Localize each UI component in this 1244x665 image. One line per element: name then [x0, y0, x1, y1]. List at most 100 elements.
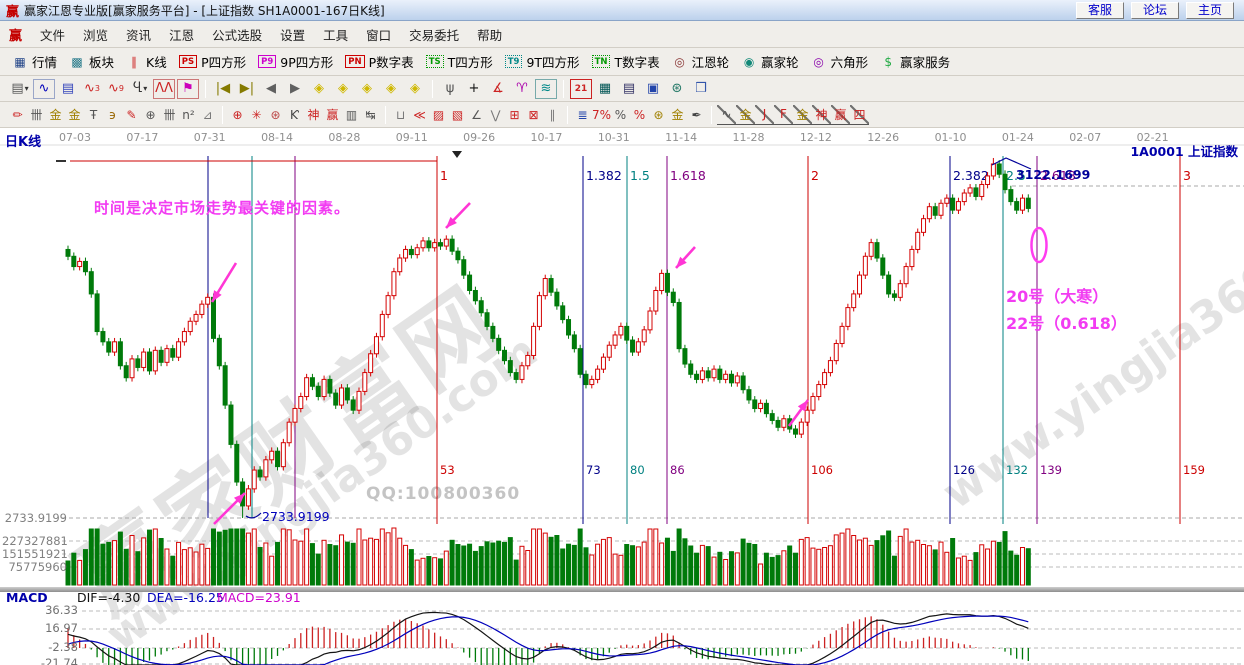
tool-wave-3[interactable]: ∿3: [81, 79, 103, 99]
tool-k-note[interactable]: Ƙ: [285, 105, 304, 125]
tool-gold-slash-2[interactable]: 金: [793, 105, 812, 125]
tool-export-web[interactable]: ⊛: [666, 79, 688, 99]
tool-fan-box-2[interactable]: ▧: [448, 105, 467, 125]
tool-compress[interactable]: ◈: [404, 79, 426, 99]
tool-step-back[interactable]: ◀: [260, 79, 282, 99]
tool-percent[interactable]: %: [611, 105, 630, 125]
tool-go-last[interactable]: ▶|: [236, 79, 258, 99]
tool-grid[interactable]: 卌: [27, 105, 46, 125]
tool-flag[interactable]: ⚑: [177, 79, 199, 99]
toolbar-item-kline[interactable]: ∥ K线: [126, 52, 167, 71]
tool-chart-type[interactable]: ▤: [9, 79, 31, 99]
tool-gold-grid-2[interactable]: 金: [65, 105, 84, 125]
tool-ying-tool[interactable]: 赢: [323, 105, 342, 125]
tool-ruler[interactable]: ▥: [342, 105, 361, 125]
tool-fan[interactable]: ≪: [410, 105, 429, 125]
tool-fan-box[interactable]: ▨: [429, 105, 448, 125]
toolbar-item-winner-service[interactable]: $ 赢家服务: [880, 52, 950, 71]
toolbar-item-blocks[interactable]: ▩ 板块: [69, 52, 114, 71]
tool-step-forward[interactable]: ▶: [284, 79, 306, 99]
tool-draw-mark[interactable]: ✎: [122, 105, 141, 125]
tool-f-grid[interactable]: Ŧ: [84, 105, 103, 125]
tool-zoom-right[interactable]: ◈: [332, 79, 354, 99]
tool-pattern[interactable]: ΛΛ: [153, 79, 175, 99]
toolbar-item-p-square[interactable]: PS P四方形: [179, 52, 246, 71]
tool-time-circle[interactable]: ⊕: [141, 105, 160, 125]
toolbar-item-quotes[interactable]: ▦ 行情: [12, 52, 57, 71]
tool-angle-set[interactable]: ∠: [467, 105, 486, 125]
tool-gold-grid[interactable]: 金: [46, 105, 65, 125]
menu-item-gann[interactable]: 江恩: [160, 25, 203, 44]
toolbar-item-9t-square[interactable]: T9 9T四方形: [505, 52, 580, 71]
tool-ray-star[interactable]: ✳: [247, 105, 266, 125]
titlebar-button-service[interactable]: 客服: [1076, 2, 1124, 19]
menu-item-browse[interactable]: 浏览: [74, 25, 117, 44]
toolbar-item-t-square[interactable]: TS T四方形: [426, 52, 493, 71]
menu-item-settings[interactable]: 设置: [271, 25, 314, 44]
tool-pencil[interactable]: ✏: [8, 105, 27, 125]
tool-gold-slash[interactable]: 金: [736, 105, 755, 125]
menu-item-help[interactable]: 帮助: [468, 25, 511, 44]
menu-item-formula-stock-pick[interactable]: 公式选股: [203, 25, 271, 44]
tool-gann-grid-2[interactable]: ⊠: [524, 105, 543, 125]
menu-item-tools[interactable]: 工具: [314, 25, 357, 44]
tool-j-slash[interactable]: J: [755, 105, 774, 125]
tool-candle-style[interactable]: Ⴁ: [129, 79, 151, 99]
tool-wave-9[interactable]: ∿9: [105, 79, 127, 99]
titlebar-button-forum[interactable]: 论坛: [1131, 2, 1179, 19]
titlebar-button-home[interactable]: 主页: [1186, 2, 1234, 19]
tool-marker-pen[interactable]: ✒: [687, 105, 706, 125]
tool-retrace-percent[interactable]: 7%: [592, 105, 611, 125]
tool-ying-slash[interactable]: 赢: [831, 105, 850, 125]
tool-crosshair[interactable]: +: [463, 79, 485, 99]
tool-trade-truck[interactable]: ❒: [690, 79, 712, 99]
tool-levels[interactable]: ≣: [573, 105, 592, 125]
tool-protractor[interactable]: ⊿: [198, 105, 217, 125]
tool-si-slash[interactable]: 四: [850, 105, 869, 125]
tool-f-slash[interactable]: F: [774, 105, 793, 125]
tool-calculator[interactable]: ▦: [594, 79, 616, 99]
tool-calendar[interactable]: 21: [570, 79, 592, 99]
tool-spider-web[interactable]: ⊛: [266, 105, 285, 125]
tool-gold-circle[interactable]: ⊛: [649, 105, 668, 125]
menu-item-window[interactable]: 窗口: [357, 25, 400, 44]
tool-notepad[interactable]: ▤: [618, 79, 640, 99]
toolbar-item-winner-wheel[interactable]: ◉ 赢家轮: [741, 52, 799, 71]
tool-target-circle[interactable]: ⊕: [228, 105, 247, 125]
tool-percent-line[interactable]: %: [630, 105, 649, 125]
tool-gann-grid[interactable]: ⊞: [505, 105, 524, 125]
tool-zoom-all[interactable]: ◈: [380, 79, 402, 99]
tool-angle-tool[interactable]: ∡: [487, 79, 509, 99]
tool-shen-tool[interactable]: 神: [304, 105, 323, 125]
tool-zigzag-chart[interactable]: ∿: [33, 79, 55, 99]
tool-zoom-left[interactable]: ◈: [308, 79, 330, 99]
tool-wave-slash[interactable]: ∿: [717, 105, 736, 125]
menu-item-trade-order[interactable]: 交易委托: [400, 25, 468, 44]
menu-item-file[interactable]: 文件: [31, 25, 74, 44]
tool-box-select[interactable]: ⊔: [391, 105, 410, 125]
toolbar-item-hexagon[interactable]: ◎ 六角形: [811, 52, 869, 71]
tool-icon: ∥: [550, 108, 556, 122]
tool-shen-slash[interactable]: 神: [812, 105, 831, 125]
tool-spiral[interactable]: ϶: [103, 105, 122, 125]
menu-item-news[interactable]: 资讯: [117, 25, 160, 44]
tool-go-first[interactable]: |◀: [212, 79, 234, 99]
tool-pan-hand[interactable]: ψ: [439, 79, 461, 99]
toolbar-item-9p-square[interactable]: P9 9P四方形: [258, 52, 333, 71]
tool-zigzag-tool[interactable]: ⋁: [486, 105, 505, 125]
tool-square-of-nine[interactable]: n²: [179, 105, 198, 125]
tool-icon: ⊛: [653, 108, 663, 122]
tool-info-panel[interactable]: ▤: [57, 79, 79, 99]
tool-save[interactable]: ▣: [642, 79, 664, 99]
toolbar-item-t-number-table[interactable]: TN T数字表: [592, 52, 660, 71]
toolbar-item-p-number-table[interactable]: PN P数字表: [345, 52, 413, 71]
toolbar-item-gann-wheel[interactable]: ◎ 江恩轮: [672, 52, 730, 71]
tool-zoom-horizontal[interactable]: ◈: [356, 79, 378, 99]
tool-parallel[interactable]: ∥: [543, 105, 562, 125]
macd-axis-2: 16.97: [2, 621, 78, 635]
tool-gold-line[interactable]: 金: [668, 105, 687, 125]
tool-fractal[interactable]: ≋: [535, 79, 557, 99]
tool-measure-span[interactable]: ↹: [361, 105, 380, 125]
tool-gann-shape[interactable]: ♈: [511, 79, 533, 99]
tool-grid-2[interactable]: 卌: [160, 105, 179, 125]
